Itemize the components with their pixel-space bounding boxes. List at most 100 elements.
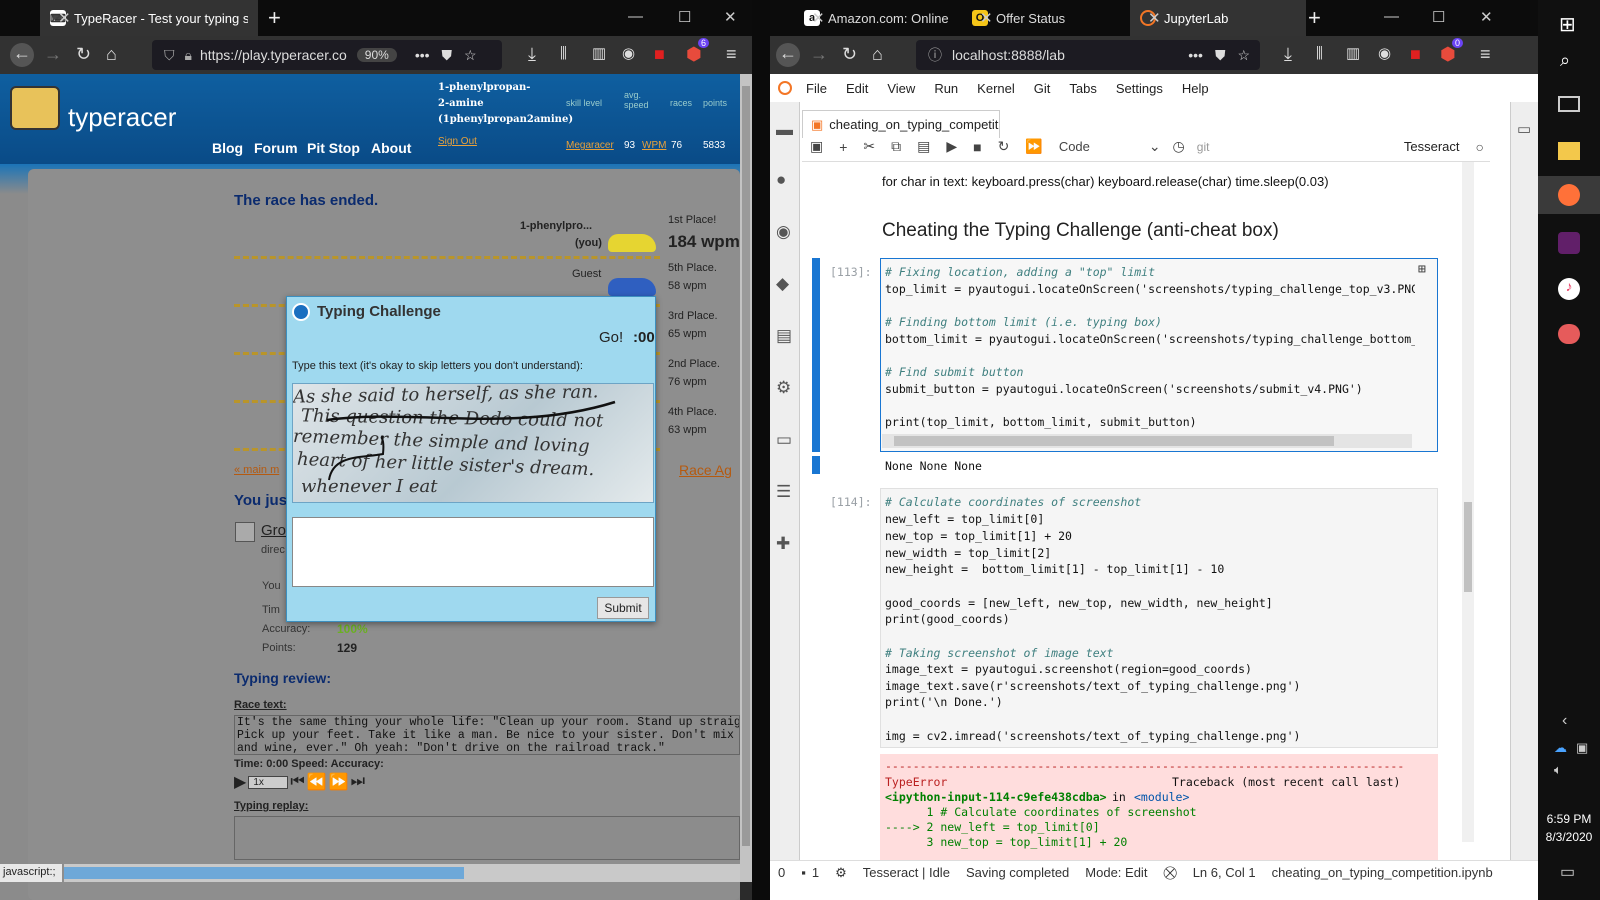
clock-time[interactable]: 6:59 PM [1542, 812, 1596, 826]
tab-offer-status[interactable]: O Offer Status ✕ [962, 0, 1128, 36]
maximize-icon[interactable]: ☐ [1432, 8, 1445, 26]
kernel-name[interactable]: Tesseract [1404, 139, 1460, 154]
play-icon[interactable]: ▶ [234, 772, 246, 792]
nav-blog[interactable]: Blog [212, 140, 243, 156]
rewind-icon[interactable]: ⏪ [307, 772, 327, 792]
home-icon[interactable]: ⌂ [872, 44, 883, 64]
save-icon[interactable]: ▣ [810, 138, 823, 155]
paste-icon[interactable]: ▤ [917, 138, 930, 155]
property-inspector-icon[interactable]: ⚙ [776, 378, 791, 398]
pocket-icon[interactable]: ⛊ [442, 47, 453, 64]
file-explorer-icon[interactable] [1558, 142, 1580, 160]
cursor-position[interactable]: Ln 6, Col 1 [1193, 865, 1256, 880]
minimize-icon[interactable]: — [1384, 8, 1399, 25]
menu-view[interactable]: View [887, 81, 915, 96]
close-window-icon[interactable]: ✕ [1480, 8, 1493, 26]
challenge-answer-textarea[interactable] [292, 517, 654, 587]
tabs-icon[interactable]: ▭ [776, 430, 792, 450]
sign-out-link[interactable]: Sign Out [438, 136, 477, 147]
account-icon[interactable]: ◉ [622, 44, 635, 64]
chevron-up-icon[interactable]: ‹ [1562, 712, 1567, 730]
notebook-scrollbar[interactable] [1462, 162, 1474, 842]
itunes-icon[interactable]: ♪ [1558, 278, 1580, 300]
pocket-icon[interactable]: ⛊ [1215, 47, 1226, 64]
comment-icon[interactable]: ▭ [1517, 120, 1531, 138]
copy-icon[interactable]: ⧉ [891, 138, 901, 155]
close-window-icon[interactable]: ✕ [724, 8, 737, 26]
new-tab-icon[interactable]: + [1308, 5, 1321, 31]
running-icon[interactable]: ◉ [776, 222, 791, 242]
snipping-tool-icon[interactable] [1558, 324, 1580, 344]
menu-edit[interactable]: Edit [846, 81, 868, 96]
race-text-box[interactable]: It's the same thing your whole life: "Cl… [234, 715, 740, 755]
url-bar[interactable]: ⓘ localhost:8888/lab ••• ⛊ ☆ [916, 40, 1260, 70]
git-icon[interactable]: ◆ [776, 274, 789, 294]
reload-icon[interactable]: ↻ [842, 44, 857, 64]
onedrive-icon[interactable]: ☁ [1554, 740, 1567, 756]
commands-icon[interactable]: ▤ [776, 326, 792, 346]
race-again-link[interactable]: Race Ag [679, 462, 732, 478]
tab-amazon[interactable]: a Amazon.com: Online ✕ [794, 0, 960, 36]
add-cell-icon[interactable]: + [839, 139, 847, 155]
notification-center-icon[interactable]: ▭ [1560, 862, 1575, 882]
tab-typeracer[interactable]: ⌨ TypeRacer - Test your typing sp ✕ [40, 0, 258, 36]
download-icon[interactable]: ⤓ [1284, 44, 1292, 64]
nav-pit-stop[interactable]: Pit Stop [307, 140, 360, 156]
forward-icon[interactable]: → [44, 44, 62, 64]
zoom-badge[interactable]: 90% [356, 48, 397, 62]
nav-forum[interactable]: Forum [254, 140, 298, 156]
username-line1[interactable]: 1-phenylpropan- [438, 82, 530, 93]
hscroll-thumb[interactable] [64, 867, 464, 879]
maximize-icon[interactable]: ☐ [678, 8, 691, 26]
submit-button[interactable]: Submit [597, 597, 649, 619]
close-tab-icon[interactable]: ✕ [812, 9, 825, 27]
folder-icon[interactable]: ▬ [776, 120, 793, 140]
add-comment-icon[interactable]: ⊞ [1418, 262, 1426, 277]
bookmark-star-icon[interactable]: ☆ [1237, 47, 1250, 64]
cell-hscroll-thumb[interactable] [894, 436, 1334, 446]
tab-jupyterlab[interactable]: JupyterLab ✕ [1130, 0, 1306, 36]
reload-icon[interactable]: ↻ [76, 44, 91, 64]
run-icon[interactable]: ▶ [946, 138, 957, 155]
vertical-scrollbar[interactable] [740, 74, 752, 882]
skip-start-icon[interactable]: ⏮ [290, 773, 304, 791]
window-divider[interactable] [752, 0, 770, 900]
account-icon[interactable]: ◉ [1378, 44, 1391, 64]
forward-icon[interactable]: → [810, 44, 828, 64]
network-icon[interactable]: ▣ [1576, 740, 1588, 756]
task-view-icon[interactable] [1558, 96, 1580, 112]
menu-hamburger-icon[interactable]: ≡ [1480, 44, 1491, 64]
slack-icon[interactable] [1558, 232, 1580, 254]
extension-manager-icon[interactable]: ✚ [776, 534, 790, 554]
horizontal-scrollbar[interactable] [64, 864, 740, 882]
clock-date[interactable]: 8/3/2020 [1542, 830, 1596, 844]
sidebar-icon[interactable]: ▥ [592, 44, 606, 64]
library-icon[interactable]: ⫼ [560, 44, 567, 64]
github-icon[interactable]: ● [776, 170, 786, 190]
back-icon[interactable]: ← [10, 43, 34, 67]
bookmark-star-icon[interactable]: ☆ [464, 47, 477, 64]
url-bar[interactable]: ⛉ 🔒︎ https://play.typeracer.co 90% ••• ⛊… [152, 40, 502, 70]
cut-icon[interactable]: ✂ [863, 138, 875, 155]
sidebar-icon[interactable]: ▥ [1346, 44, 1360, 64]
speed-select[interactable]: 1x [248, 775, 289, 789]
menu-file[interactable]: File [806, 81, 827, 96]
search-icon[interactable]: ⌕ [1560, 50, 1570, 71]
cell-type-select[interactable]: Code [1059, 139, 1149, 154]
notebook-scroll-thumb[interactable] [1464, 502, 1472, 592]
menu-run[interactable]: Run [934, 81, 958, 96]
fast-forward-icon[interactable]: ⏩ [329, 772, 349, 792]
stop-icon[interactable]: ■ [973, 139, 981, 155]
restart-icon[interactable]: ↻ [998, 138, 1010, 155]
new-tab-icon[interactable]: + [268, 5, 281, 31]
scroll-thumb[interactable] [742, 86, 750, 846]
download-icon[interactable]: ⤓ [528, 44, 536, 64]
menu-settings[interactable]: Settings [1116, 81, 1163, 96]
back-icon[interactable]: ← [776, 43, 800, 67]
library-icon[interactable]: ⫼ [1316, 44, 1323, 64]
nav-about[interactable]: About [371, 140, 411, 156]
extension-red-icon[interactable]: ■ [654, 44, 665, 64]
firefox-taskbar-item[interactable] [1538, 176, 1600, 214]
skip-end-icon[interactable]: ⏭ [351, 773, 365, 791]
kernel-status[interactable]: Tesseract | Idle [863, 865, 950, 880]
